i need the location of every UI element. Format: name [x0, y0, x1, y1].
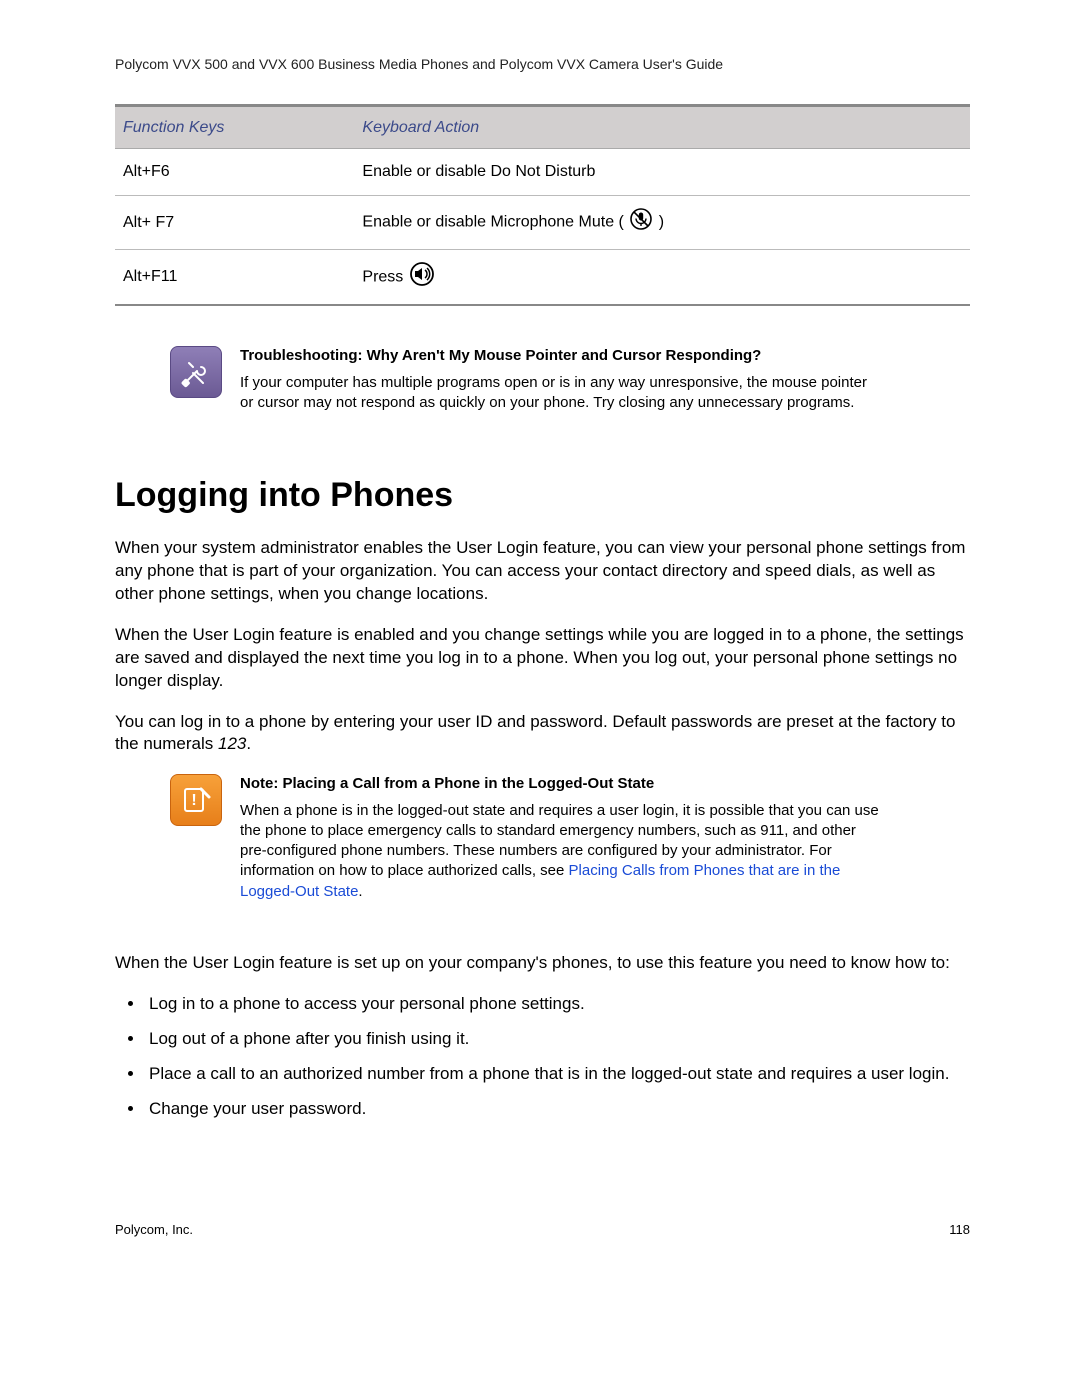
list-item: Log in to a phone to access your persona…	[145, 993, 970, 1016]
list-item: Place a call to an authorized number fro…	[145, 1063, 970, 1086]
bullet-list: Log in to a phone to access your persona…	[145, 993, 970, 1121]
body-text: .	[246, 734, 251, 753]
footer-left: Polycom, Inc.	[115, 1221, 193, 1239]
note-icon: !	[170, 774, 222, 826]
troubleshooting-callout: Troubleshooting: Why Aren't My Mouse Poi…	[170, 346, 970, 413]
troubleshoot-title: Troubleshooting: Why Aren't My Mouse Poi…	[240, 346, 880, 366]
cell-key: Alt+F11	[115, 249, 354, 305]
note-body-suffix: .	[358, 883, 362, 900]
page-footer: Polycom, Inc. 118	[115, 1221, 970, 1239]
section-heading: Logging into Phones	[115, 473, 970, 519]
cell-key: Alt+F6	[115, 149, 354, 196]
list-item: Log out of a phone after you finish usin…	[145, 1028, 970, 1051]
body-paragraph: You can log in to a phone by entering yo…	[115, 711, 970, 757]
list-item: Change your user password.	[145, 1098, 970, 1121]
body-paragraph: When the User Login feature is set up on…	[115, 952, 970, 975]
footer-page-number: 118	[949, 1221, 970, 1239]
body-paragraph: When the User Login feature is enabled a…	[115, 624, 970, 693]
function-keys-table: Function Keys Keyboard Action Alt+F6 Ena…	[115, 104, 970, 306]
cell-action: Enable or disable Do Not Disturb	[354, 149, 970, 196]
cell-action-text: Enable or disable Microphone Mute (	[362, 214, 623, 231]
cell-action-text: Press	[362, 268, 407, 285]
table-row: Alt+ F7 Enable or disable Microphone Mut…	[115, 196, 970, 250]
microphone-mute-icon	[630, 208, 652, 237]
table-row: Alt+F6 Enable or disable Do Not Disturb	[115, 149, 970, 196]
note-title: Note: Placing a Call from a Phone in the…	[240, 774, 880, 794]
body-text-italic: 123	[218, 734, 246, 753]
speaker-icon	[410, 262, 434, 293]
cell-action-suffix: )	[659, 214, 664, 231]
svg-text:!: !	[191, 792, 196, 809]
troubleshoot-body: If your computer has multiple programs o…	[240, 374, 867, 411]
th-function-keys: Function Keys	[115, 105, 354, 149]
body-paragraph: When your system administrator enables t…	[115, 537, 970, 606]
cell-action: Press	[354, 249, 970, 305]
cell-key: Alt+ F7	[115, 196, 354, 250]
tools-icon	[170, 346, 222, 398]
table-row: Alt+F11 Press	[115, 249, 970, 305]
note-callout: ! Note: Placing a Call from a Phone in t…	[170, 774, 970, 902]
doc-header: Polycom VVX 500 and VVX 600 Business Med…	[115, 55, 970, 74]
th-keyboard-action: Keyboard Action	[354, 105, 970, 149]
cell-action: Enable or disable Microphone Mute ( )	[354, 196, 970, 250]
